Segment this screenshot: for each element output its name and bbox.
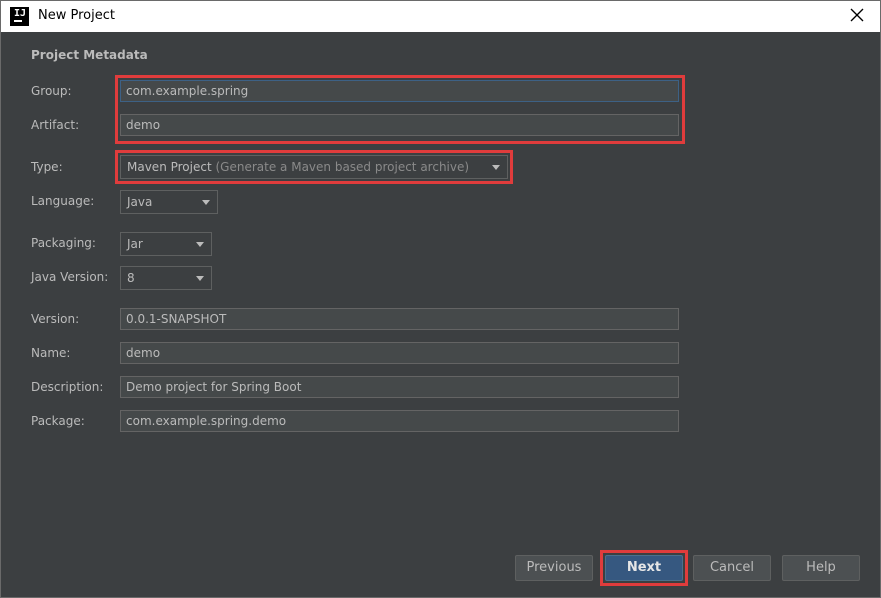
type-label: Type: xyxy=(31,160,63,174)
highlight-box-type xyxy=(115,150,513,184)
language-label: Language: xyxy=(31,194,95,208)
highlight-box-group-artifact xyxy=(115,75,685,144)
artifact-label: Artifact: xyxy=(31,118,80,132)
group-label: Group: xyxy=(31,84,72,98)
highlight-box-next xyxy=(600,550,688,586)
name-field[interactable]: demo xyxy=(120,342,679,364)
cancel-button[interactable]: Cancel xyxy=(693,555,771,581)
close-icon[interactable] xyxy=(850,8,864,22)
help-button[interactable]: Help xyxy=(782,555,860,581)
package-label: Package: xyxy=(31,414,85,428)
packaging-dropdown[interactable]: Jar xyxy=(120,232,212,256)
version-label: Version: xyxy=(31,312,80,326)
packaging-value: Jar xyxy=(127,237,143,251)
description-label: Description: xyxy=(31,380,104,394)
title-bar[interactable]: IJ New Project xyxy=(1,1,880,32)
version-field[interactable]: 0.0.1-SNAPSHOT xyxy=(120,308,679,330)
java-version-label: Java Version: xyxy=(31,270,109,284)
chevron-down-icon xyxy=(196,242,204,247)
previous-button[interactable]: Previous xyxy=(515,555,593,581)
name-label: Name: xyxy=(31,346,71,360)
java-version-value: 8 xyxy=(127,271,135,285)
java-version-dropdown[interactable]: 8 xyxy=(120,266,212,290)
dialog-content: Project Metadata Group: com.example.spri… xyxy=(2,32,879,597)
language-dropdown[interactable]: Java xyxy=(120,190,218,214)
section-title: Project Metadata xyxy=(31,48,148,62)
language-value: Java xyxy=(127,195,153,209)
chevron-down-icon xyxy=(202,200,210,205)
packaging-label: Packaging: xyxy=(31,236,96,250)
intellij-icon: IJ xyxy=(10,7,29,26)
description-field[interactable]: Demo project for Spring Boot xyxy=(120,376,679,398)
chevron-down-icon xyxy=(196,276,204,281)
window-title: New Project xyxy=(38,8,115,23)
new-project-dialog: IJ New Project Project Metadata Group: c… xyxy=(0,0,881,598)
package-field[interactable]: com.example.spring.demo xyxy=(120,410,679,432)
